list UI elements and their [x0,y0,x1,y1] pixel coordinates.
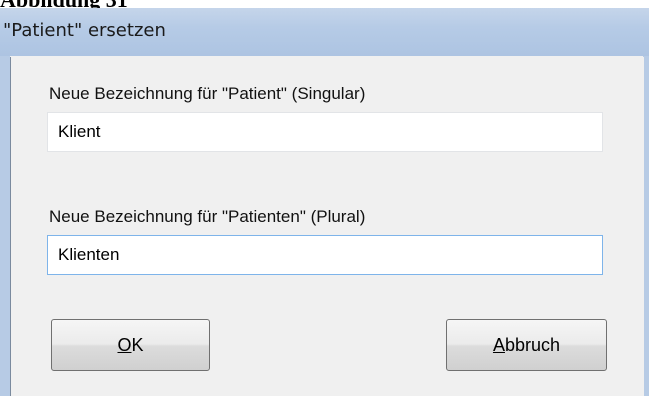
replace-patient-dialog: "Patient" ersetzen Neue Bezeichnung für … [0,8,649,396]
ok-mnemonic: O [117,335,132,355]
cancel-label-rest: bbruch [504,335,561,355]
plural-name-input[interactable] [47,235,603,275]
ok-button[interactable]: OK [51,319,210,371]
ok-label-rest: K [131,335,144,355]
window-frame-left [0,56,10,396]
cancel-button[interactable]: Abbruch [446,319,607,371]
singular-name-input[interactable] [47,112,603,152]
cancel-mnemonic: A [492,335,505,355]
title-bar[interactable]: "Patient" ersetzen [0,8,649,56]
window-title: "Patient" ersetzen [3,20,166,41]
singular-label: Neue Bezeichnung für "Patient" (Singular… [49,84,366,103]
plural-label: Neue Bezeichnung für "Patienten" (Plural… [49,207,366,226]
